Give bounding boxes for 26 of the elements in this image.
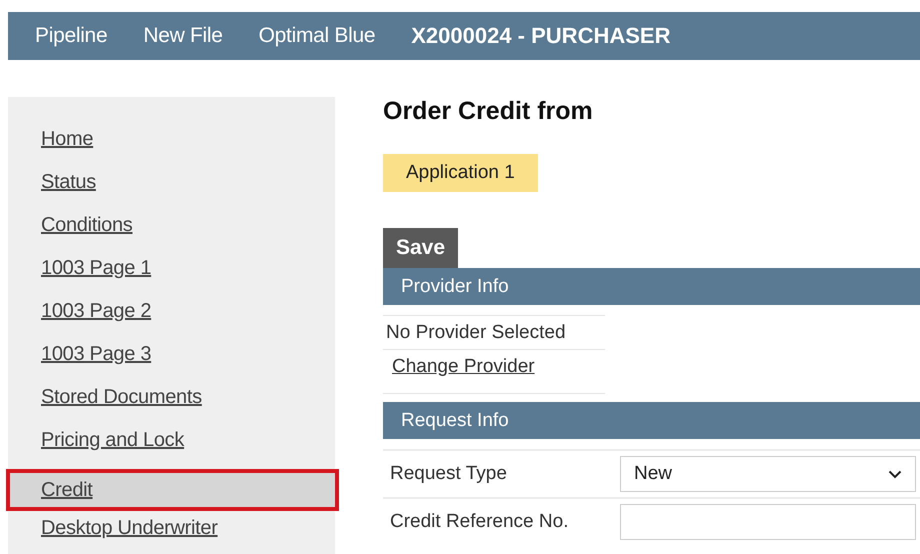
- change-provider-link[interactable]: Change Provider: [386, 356, 535, 377]
- nav-link[interactable]: Optimal Blue: [258, 24, 376, 48]
- save-button[interactable]: Save: [383, 228, 458, 268]
- field-label: Credit Reference No.: [389, 511, 570, 533]
- sidebar-link[interactable]: Conditions: [8, 211, 335, 254]
- sidebar-link[interactable]: 1003 Page 2: [8, 297, 335, 340]
- nav-link[interactable]: New File: [143, 24, 223, 48]
- sidebar-link[interactable]: Status: [8, 168, 335, 211]
- provider-status: No Provider Selected: [386, 322, 566, 343]
- field-label: Request Type: [389, 463, 508, 485]
- application-tab[interactable]: Application 1: [383, 154, 538, 192]
- sidebar-link[interactable]: Pricing and Lock: [8, 426, 335, 469]
- page-title: Order Credit from: [383, 97, 594, 126]
- request-type-dropdown[interactable]: New: [620, 456, 916, 492]
- chevron-down-icon: [888, 470, 902, 478]
- file-title: X2000024 - PURCHASER: [411, 23, 670, 49]
- sidebar-link[interactable]: 1003 Page 1: [8, 254, 335, 297]
- sidebar-link[interactable]: 1003 Page 3: [8, 340, 335, 383]
- sidebar-link[interactable]: Desktop Underwriter: [8, 514, 335, 554]
- nav-link[interactable]: Pipeline: [35, 24, 108, 48]
- input-field[interactable]: [620, 504, 916, 540]
- section-header: Request Info: [383, 402, 920, 439]
- sidebar-link[interactable]: Stored Documents: [8, 383, 335, 426]
- section-header: Provider Info: [383, 268, 920, 305]
- sidebar-link[interactable]: Credit: [6, 469, 339, 511]
- sidebar-link[interactable]: Home: [8, 125, 335, 168]
